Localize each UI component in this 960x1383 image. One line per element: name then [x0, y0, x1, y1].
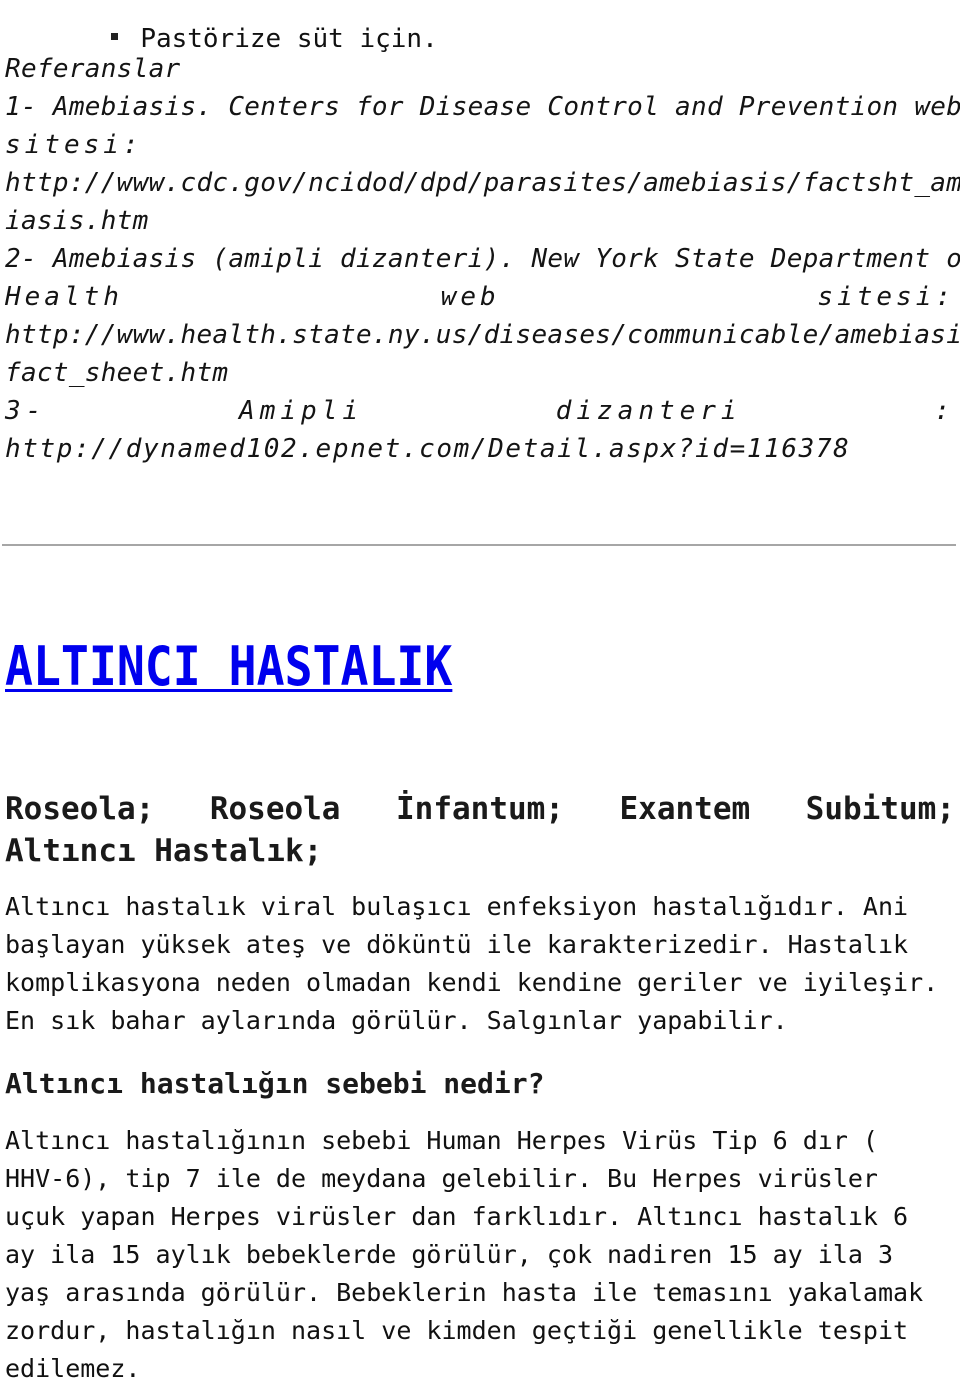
cause-paragraph-line: zordur, hastalığın nasıl ve kimden geçti… — [5, 1316, 909, 1345]
article-subtitle-line: Roseola; Roseola İnfantum; Exantem Subit… — [5, 794, 955, 825]
intro-paragraph-line: Altıncı hastalık viral bulaşıcı enfeksiy… — [5, 892, 909, 921]
cause-paragraph-line: ay ila 15 aylık bebeklerde görülür, çok … — [5, 1240, 894, 1269]
cause-paragraph-line: HHV-6), tip 7 ile de meydana gelebilir. … — [5, 1164, 878, 1193]
reference-2-word: web — [440, 282, 500, 312]
reference-3-word: dizanteri — [555, 396, 742, 426]
list-item-text: Pastörize süt için. — [140, 24, 438, 54]
reference-2-url[interactable]: http://www.health.state.ny.us/diseases/c… — [5, 322, 960, 348]
reference-1-title: 1- Amebiasis. Centers for Disease Contro… — [5, 92, 960, 122]
reference-2-word: Health — [5, 282, 123, 312]
reference-3-title-line: 3- Amipli dizanteri : — [5, 398, 955, 424]
article-title-link[interactable]: ALTINCI HASTALIK — [5, 640, 452, 694]
reference-2-url-cont[interactable]: fact_sheet.htm — [5, 360, 228, 386]
reference-2-site-line: Health web sitesi: — [5, 284, 955, 310]
reference-2-title: 2- Amebiasis (amipli dizanteri). New Yor… — [5, 244, 960, 274]
cause-paragraph-line: uçuk yapan Herpes virüsler dan farklıdır… — [5, 1202, 909, 1231]
horizontal-divider — [2, 544, 956, 546]
intro-paragraph-line: komplikasyona neden olmadan kendi kendin… — [5, 968, 939, 997]
subtitle-word: İnfantum; — [396, 791, 564, 827]
subtitle-word: Subitum; — [805, 791, 955, 827]
cause-section-heading: Altıncı hastalığın sebebi nedir? — [5, 1067, 545, 1100]
reference-3-word: 3- — [5, 396, 47, 426]
intro-paragraph-line: başlayan yüksek ateş ve döküntü ile kara… — [5, 930, 909, 959]
list-item: Pastörize süt için. — [80, 0, 438, 52]
cause-paragraph-line: yaş arasında görülür. Bebeklerin hasta i… — [5, 1278, 924, 1307]
subtitle-word: Roseola; — [5, 791, 155, 827]
intro-paragraph-line: En sık bahar aylarında görülür. Salgınla… — [5, 1006, 788, 1035]
cause-paragraph-line: edilemez. — [5, 1354, 141, 1383]
bullet-icon — [111, 33, 119, 40]
reference-1-site-label: sitesi: — [5, 130, 143, 160]
article-subtitle-line-2: Altıncı Hastalık; — [5, 833, 323, 869]
references-heading: Referanslar — [5, 54, 181, 84]
subtitle-word: Roseola — [209, 791, 341, 827]
reference-2-word: sitesi: — [817, 282, 955, 312]
reference-1-url[interactable]: http://www.cdc.gov/ncidod/dpd/parasites/… — [5, 170, 960, 196]
cause-paragraph-line: Altıncı hastalığının sebebi Human Herpes… — [5, 1126, 878, 1155]
reference-1-url-cont[interactable]: iasis.htm — [5, 208, 149, 234]
reference-3-word: Amipli — [239, 396, 363, 426]
reference-3-url[interactable]: http://dynamed102.epnet.com/Detail.aspx?… — [5, 436, 850, 462]
reference-3-word: : — [934, 396, 955, 426]
subtitle-word: Exantem — [619, 791, 751, 827]
